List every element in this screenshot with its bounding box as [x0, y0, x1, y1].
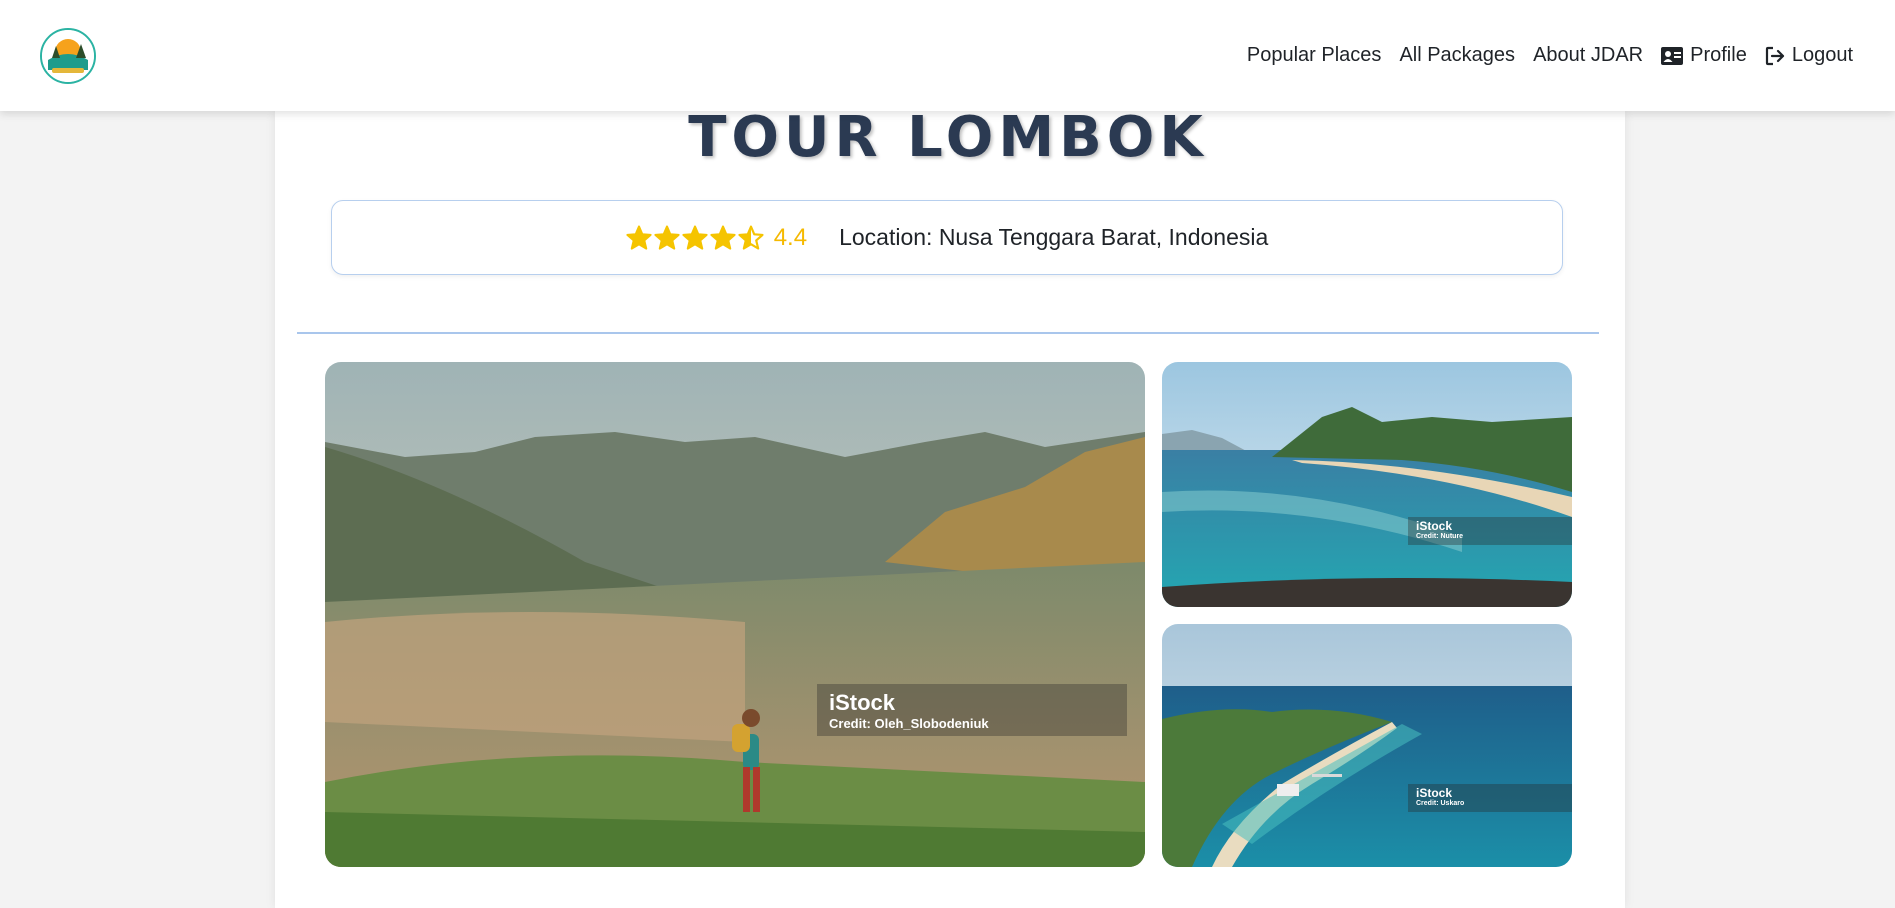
tour-info-box: 4.4 Location: Nusa Tenggara Barat, Indon… — [331, 200, 1563, 275]
star-full-icon — [653, 224, 680, 250]
logo-icon — [42, 30, 94, 82]
watermark: iStock Credit: Nuture — [1408, 517, 1572, 545]
nav-all-packages[interactable]: All Packages — [1399, 44, 1515, 67]
id-card-icon — [1661, 46, 1684, 65]
watermark: iStock Credit: Uskaro — [1408, 784, 1572, 812]
nav-logout[interactable]: Logout — [1765, 44, 1853, 67]
logout-icon — [1765, 46, 1785, 66]
star-full-icon — [709, 224, 736, 250]
beach-image — [1162, 362, 1572, 607]
nav-about[interactable]: About JDAR — [1533, 44, 1643, 67]
nav-all-packages-label: All Packages — [1399, 44, 1516, 66]
tour-header: TOUR LOMBOK 4.4 Location: Nusa Tenggara … — [297, 105, 1599, 334]
gallery-photo-beach[interactable]: iStock Credit: Nuture — [1162, 362, 1572, 607]
watermark-credit: Credit: Oleh_Slobodeniuk — [829, 716, 989, 731]
nav-popular-places[interactable]: Popular Places — [1247, 44, 1382, 67]
watermark: iStock Credit: Oleh_Slobodeniuk — [817, 684, 1127, 736]
tour-card: TOUR LOMBOK 4.4 Location: Nusa Tenggara … — [275, 105, 1625, 908]
nav-about-label: About JDAR — [1533, 44, 1644, 66]
island-image — [1162, 624, 1572, 867]
star-half-icon — [737, 224, 764, 250]
location-text: Location: Nusa Tenggara Barat, Indonesia — [839, 224, 1269, 250]
nav-profile-label: Profile — [1690, 44, 1747, 66]
page-title: TOUR LOMBOK — [688, 105, 1208, 170]
nav-logout-label: Logout — [1791, 44, 1853, 66]
watermark-brand: iStock — [829, 690, 896, 715]
watermark-credit: Credit: Nuture — [1416, 533, 1464, 540]
gallery-photo-main[interactable]: iStock Credit: Oleh_Slobodeniuk — [325, 362, 1145, 867]
nav-profile[interactable]: Profile — [1661, 44, 1747, 67]
navbar: Popular Places All Packages About JDAR P… — [0, 0, 1895, 111]
watermark-brand: iStock — [1416, 519, 1453, 533]
nav-links: Popular Places All Packages About JDAR P… — [1247, 0, 1853, 111]
gallery-photo-island[interactable]: iStock Credit: Uskaro — [1162, 624, 1572, 867]
mountain-landscape-image — [325, 362, 1145, 867]
rating: 4.4 — [625, 223, 808, 252]
rating-value: 4.4 — [773, 223, 808, 251]
star-full-icon — [681, 224, 708, 250]
watermark-brand: iStock — [1416, 786, 1453, 800]
nav-popular-places-label: Popular Places — [1246, 44, 1382, 66]
logo[interactable] — [40, 28, 96, 84]
watermark-credit: Credit: Uskaro — [1416, 800, 1465, 807]
star-full-icon — [625, 224, 652, 250]
rating-stars — [625, 224, 764, 251]
